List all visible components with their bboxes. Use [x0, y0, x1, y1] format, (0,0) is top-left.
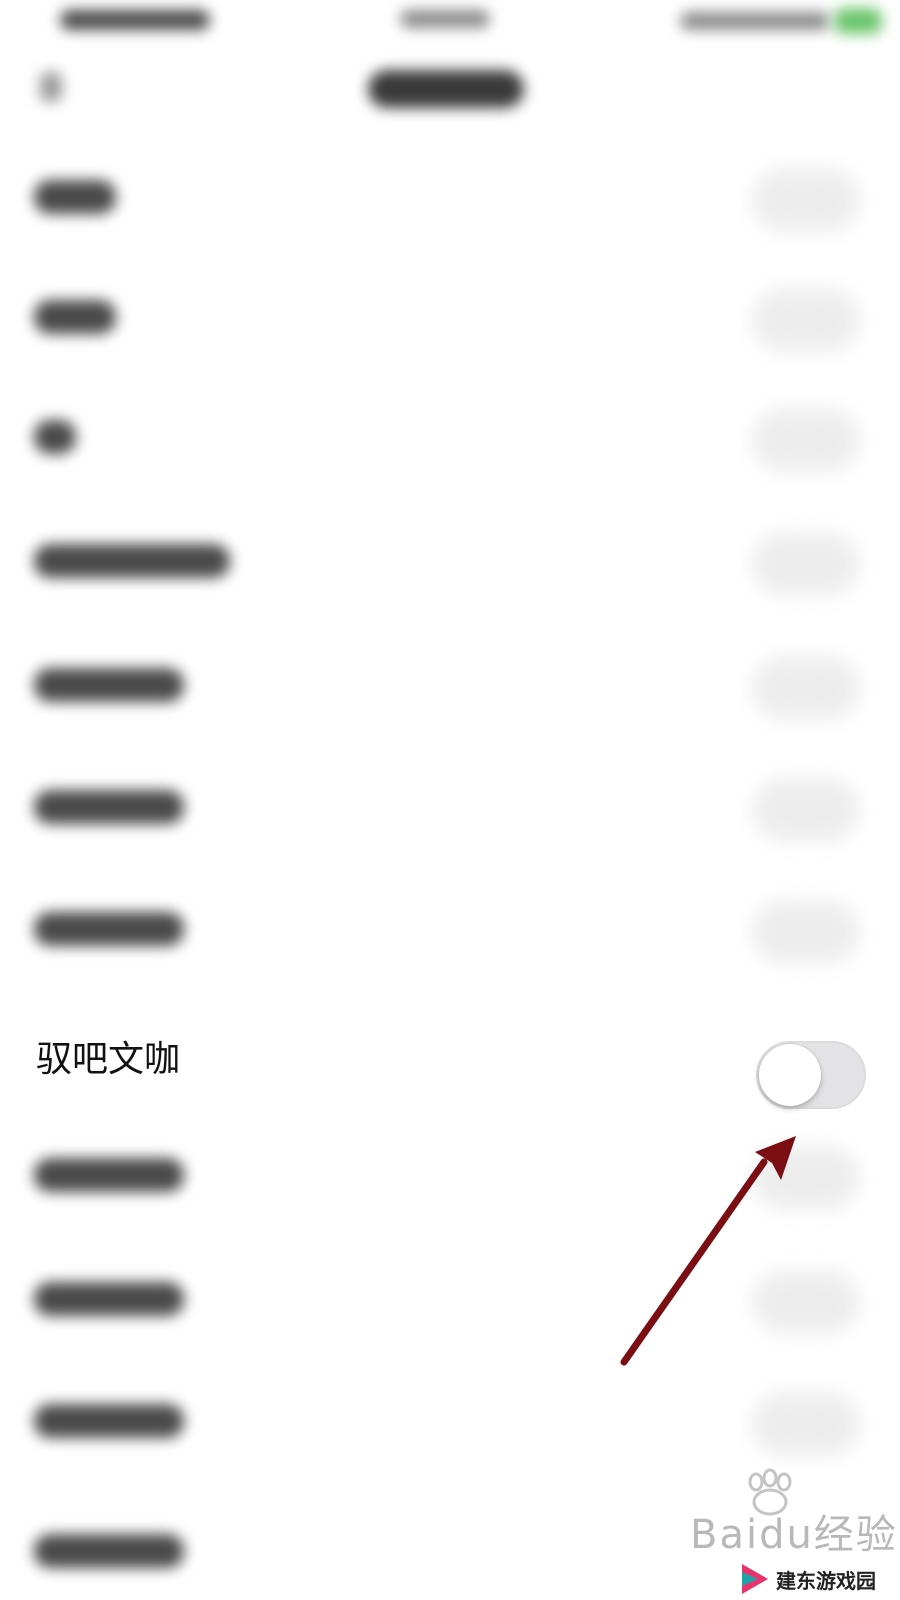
- list-item-label-blurred: [34, 668, 184, 702]
- list-item-label-blurred: [34, 180, 116, 214]
- list-item-label-blurred: [34, 790, 184, 824]
- toggle-switch[interactable]: [752, 900, 860, 964]
- status-carrier-blurred: [400, 10, 490, 28]
- toggle-switch-featured[interactable]: [756, 1041, 866, 1109]
- list-item-label-blurred: [34, 300, 116, 334]
- toggle-switch[interactable]: [752, 1270, 860, 1334]
- site-watermark-text: 建东游戏园: [776, 1568, 876, 1593]
- setting-row-label: 驭吧文咖: [36, 1039, 181, 1080]
- status-time-blurred: [60, 10, 210, 30]
- battery-icon: [834, 8, 882, 34]
- toggle-switch[interactable]: [752, 1146, 860, 1210]
- toggle-switch[interactable]: [752, 288, 860, 352]
- list-item-label-blurred: [34, 420, 76, 454]
- toggle-switch[interactable]: [752, 778, 860, 842]
- toggle-switch[interactable]: [752, 168, 860, 232]
- list-item-label-blurred: [34, 1158, 184, 1192]
- list-item-label-blurred: [34, 544, 230, 578]
- toggle-switch[interactable]: [752, 532, 860, 596]
- site-watermark: 建东游戏园: [740, 1562, 876, 1596]
- list-item-label-blurred: [34, 1282, 184, 1316]
- back-icon[interactable]: [40, 72, 62, 102]
- list-item-label-blurred: [34, 1404, 184, 1438]
- status-icons-blurred: [680, 12, 830, 30]
- list-item-label-blurred: [34, 912, 184, 946]
- page-title-blurred: [368, 70, 524, 108]
- play-logo-icon: [742, 1564, 768, 1594]
- toggle-switch[interactable]: [752, 1392, 860, 1456]
- list-item-label-blurred: [34, 1534, 184, 1568]
- toggle-switch[interactable]: [752, 408, 860, 472]
- toggle-switch[interactable]: [752, 656, 860, 720]
- toggle-knob: [759, 1044, 821, 1106]
- baidu-watermark-text: Baidu经验: [690, 1512, 898, 1558]
